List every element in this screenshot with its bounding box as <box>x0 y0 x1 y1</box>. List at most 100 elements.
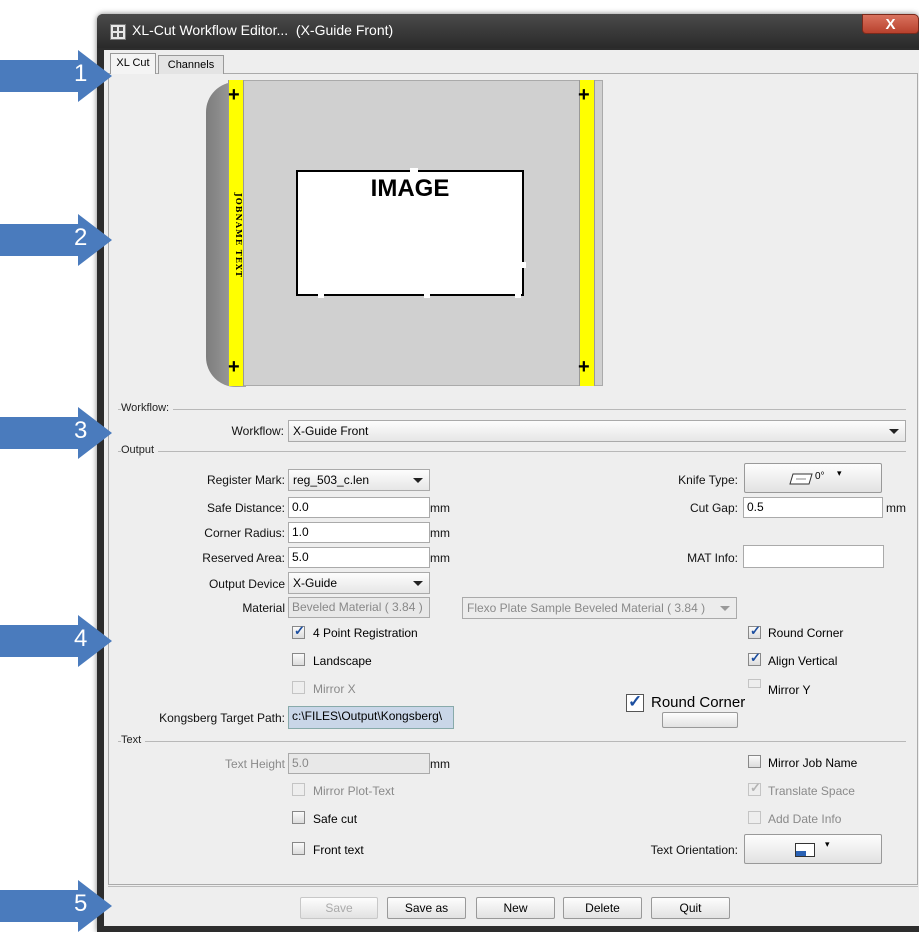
corner-radius-field[interactable]: 1.0 <box>288 522 430 543</box>
workflow-label: Workflow: <box>231 424 284 438</box>
reserved-area-label: Reserved Area: <box>202 551 285 565</box>
footer-divider <box>108 886 918 887</box>
mark-strip-right <box>579 80 595 386</box>
round-corner-checkbox[interactable]: ✓ <box>748 623 761 639</box>
unit-label: mm <box>430 757 450 771</box>
chevron-down-icon <box>413 478 423 483</box>
knife-type-label: Knife Type: <box>678 473 738 487</box>
output-device-value: X-Guide <box>293 576 338 590</box>
callout-number: 4 <box>74 625 88 652</box>
unit-label: mm <box>430 501 450 515</box>
add-date-info-label: Add Date Info <box>768 812 842 826</box>
cut-gap-label: Cut Gap: <box>689 501 738 515</box>
mirror-job-name-checkbox[interactable] <box>748 755 761 768</box>
kongsberg-target-path-label: Kongsberg Target Path: <box>159 711 285 725</box>
image-gap-mark <box>410 168 418 172</box>
overlay-round-corner-label: Round Corner <box>651 694 746 711</box>
add-date-info-checkbox <box>748 811 761 824</box>
material-label: Material <box>242 601 285 615</box>
unit-label: mm <box>886 501 906 515</box>
unit-label: mm <box>430 551 450 565</box>
image-gap-mark <box>521 262 526 268</box>
section-divider <box>118 741 906 742</box>
text-height-label: Text Height <box>224 757 285 771</box>
output-device-select[interactable]: X-Guide <box>288 572 430 594</box>
registration-mark-icon: + <box>228 356 240 378</box>
check-icon: ✓ <box>294 623 305 638</box>
knife-icon <box>789 473 813 485</box>
registration-mark-icon: + <box>228 84 240 106</box>
app-icon <box>110 24 126 40</box>
landscape-checkbox[interactable] <box>292 653 305 666</box>
callout-number: 2 <box>74 224 88 251</box>
callout-arrow-4: 4 <box>0 615 112 667</box>
align-vertical-checkbox[interactable]: ✓ <box>748 650 761 666</box>
safe-distance-field[interactable]: 0.0 <box>288 497 430 518</box>
check-icon: ✓ <box>750 623 761 638</box>
callout-number: 5 <box>74 890 88 917</box>
browse-button[interactable] <box>662 712 738 728</box>
text-section-header: Text <box>121 734 146 746</box>
mirror-x-checkbox <box>292 681 305 694</box>
four-point-registration-checkbox[interactable]: ✓ <box>292 623 305 639</box>
close-button[interactable]: X <box>862 14 919 34</box>
image-label: IMAGE <box>370 175 450 202</box>
mat-info-label: MAT Info: <box>687 551 738 565</box>
cut-gap-field[interactable]: 0.5 <box>743 497 883 518</box>
chevron-down-icon <box>720 606 730 611</box>
safe-cut-checkbox[interactable] <box>292 811 305 824</box>
chevron-down-icon <box>889 429 899 434</box>
material-profile-value: Flexo Plate Sample Beveled Material ( 3.… <box>467 601 706 615</box>
dropdown-arrow-icon: ▾ <box>825 839 830 849</box>
image-gap-mark <box>424 293 430 298</box>
callout-number: 3 <box>74 417 88 444</box>
knife-type-button[interactable]: 0° ▾ <box>744 463 882 493</box>
mirror-job-name-label: Mirror Job Name <box>768 756 858 770</box>
window-title: XL-Cut Workflow Editor... (X-Guide Front… <box>132 22 394 38</box>
image-gap-mark <box>515 293 521 298</box>
delete-button[interactable]: Delete <box>563 897 642 919</box>
save-button[interactable]: Save <box>300 897 378 919</box>
output-section-header: Output <box>121 444 159 456</box>
front-text-label: Front text <box>313 843 364 857</box>
save-as-button[interactable]: Save as <box>387 897 466 919</box>
text-orientation-button[interactable]: ▾ <box>744 834 882 864</box>
section-divider <box>118 451 906 452</box>
workflow-select[interactable]: X-Guide Front <box>288 420 906 442</box>
register-mark-select[interactable]: reg_503_c.len <box>288 469 430 491</box>
chevron-down-icon <box>413 581 423 586</box>
reserved-area-field[interactable]: 5.0 <box>288 547 430 568</box>
four-point-registration-label: 4 Point Registration <box>313 626 418 640</box>
new-button[interactable]: New <box>476 897 555 919</box>
tab-channels[interactable]: Channels <box>158 55 224 74</box>
mirror-y-label: Mirror Y <box>768 683 811 697</box>
front-text-checkbox[interactable] <box>292 842 305 855</box>
material-field: Beveled Material ( 3.84 ) <box>288 597 430 618</box>
check-icon: ✓ <box>750 780 761 795</box>
output-device-label: Output Device <box>208 577 285 591</box>
jobname-text: JOBNAME TEXT <box>234 192 244 278</box>
translate-space-label: Translate Space <box>768 784 855 798</box>
check-icon: ✓ <box>628 692 643 711</box>
quit-button[interactable]: Quit <box>651 897 730 919</box>
safe-distance-label: Safe Distance: <box>206 501 285 515</box>
callout-arrow-2: 2 <box>0 214 112 266</box>
mirror-x-label: Mirror X <box>313 682 356 696</box>
kongsberg-target-path-field[interactable]: c:\FILES\Output\Kongsberg\ <box>288 706 454 729</box>
callout-arrow-5: 5 <box>0 880 112 932</box>
register-mark-label: Register Mark: <box>206 473 285 487</box>
safe-cut-label: Safe cut <box>313 812 358 826</box>
registration-mark-icon: + <box>578 84 590 106</box>
text-height-field: 5.0 <box>288 753 430 774</box>
image-gap-mark <box>318 293 324 298</box>
callout-arrow-1: 1 <box>0 50 112 102</box>
workflow-section-header: Workflow: <box>121 402 174 414</box>
corner-radius-label: Corner Radius: <box>204 526 285 540</box>
workflow-select-value: X-Guide Front <box>293 424 369 438</box>
section-divider <box>118 409 906 410</box>
check-icon: ✓ <box>750 650 761 665</box>
registration-mark-icon: + <box>578 356 590 378</box>
mat-info-field[interactable] <box>743 545 884 568</box>
translate-space-checkbox: ✓ <box>748 780 761 796</box>
callout-number: 1 <box>74 60 88 87</box>
